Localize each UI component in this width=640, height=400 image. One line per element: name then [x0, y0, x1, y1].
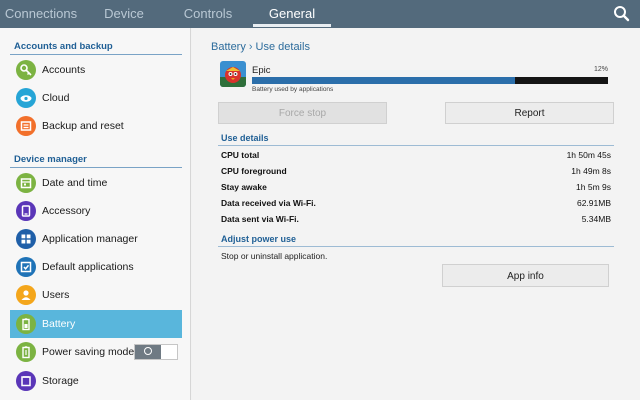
section-divider — [218, 145, 614, 146]
sidebar-item-accessory[interactable]: Accessory — [10, 197, 182, 225]
usage-percent: 12% — [593, 66, 608, 73]
usage-bar-fill — [252, 77, 516, 84]
user-icon — [16, 285, 36, 305]
sidebar-item-users[interactable]: Users — [10, 281, 182, 309]
accessory-icon — [16, 201, 36, 221]
detail-label: CPU foreground — [221, 166, 287, 176]
adjust-power-note: Stop or uninstall application. — [221, 251, 328, 261]
key-icon — [16, 60, 36, 80]
sidebar-item-date-time[interactable]: Date and time — [10, 169, 182, 197]
detail-row: CPU foreground 1h 49m 8s — [221, 166, 611, 180]
sidebar-item-application-manager[interactable]: Application manager — [10, 225, 182, 253]
detail-value: 62.91MB — [576, 198, 611, 208]
section-title-accounts-backup: Accounts and backup — [14, 41, 113, 52]
top-tab-bar: Connections Device Controls General — [0, 0, 640, 28]
detail-value: 1h 50m 45s — [566, 150, 611, 160]
breadcrumb: Battery › Use details — [211, 41, 310, 53]
sidebar-item-backup-reset[interactable]: Backup and reset — [10, 112, 182, 140]
sidebar-item-label: Battery — [42, 318, 76, 330]
storage-icon — [16, 371, 36, 391]
sidebar-item-label: Backup and reset — [42, 120, 124, 132]
adjust-power-heading: Adjust power use — [221, 234, 297, 244]
force-stop-button[interactable]: Force stop — [218, 102, 387, 124]
detail-row: CPU total 1h 50m 45s — [221, 150, 611, 164]
sidebar-item-storage[interactable]: Storage — [10, 367, 182, 395]
section-divider — [10, 167, 182, 168]
sidebar-item-label: Accessory — [42, 205, 91, 217]
sidebar-item-label: Power saving mode — [42, 346, 135, 358]
detail-label: Data sent via Wi-Fi. — [221, 214, 299, 224]
backup-icon — [16, 116, 36, 136]
sidebar-item-label: Cloud — [42, 92, 70, 104]
app-usage-subtitle: Battery used by applications — [252, 86, 334, 93]
tab-controls[interactable]: Controls — [176, 0, 240, 28]
power-saving-toggle[interactable] — [134, 344, 178, 360]
detail-value: 1h 49m 8s — [571, 166, 611, 176]
sidebar-item-label: Application manager — [42, 233, 138, 245]
power-saving-icon — [16, 342, 36, 362]
search-button[interactable] — [610, 3, 634, 25]
detail-row: Stay awake 1h 5m 9s — [221, 182, 611, 196]
sidebar-item-label: Accounts — [42, 64, 86, 76]
default-apps-icon — [16, 257, 36, 277]
apps-grid-icon — [16, 229, 36, 249]
section-divider — [10, 54, 182, 55]
section-title-device-manager: Device manager — [14, 154, 87, 165]
sidebar-item-accounts[interactable]: Accounts — [10, 56, 182, 84]
sidebar-item-label: Default applications — [42, 261, 134, 273]
app-info-button[interactable]: App info — [442, 264, 609, 287]
breadcrumb-parent[interactable]: Battery — [211, 41, 246, 53]
battery-usage-bar — [252, 77, 608, 84]
detail-label: Data received via Wi-Fi. — [221, 198, 316, 208]
sidebar-item-label: Date and time — [42, 177, 108, 189]
breadcrumb-current: Use details — [255, 41, 310, 53]
sidebar-item-power-saving-mode[interactable]: Power saving mode — [10, 338, 182, 366]
detail-label: Stay awake — [221, 182, 267, 192]
detail-row: Data sent via Wi-Fi. 5.34MB — [221, 214, 611, 228]
sidebar-item-label: Users — [42, 289, 70, 301]
battery-icon — [16, 314, 36, 334]
toggle-knob — [135, 345, 161, 359]
use-details-heading: Use details — [221, 133, 269, 143]
detail-row: Data received via Wi-Fi. 62.91MB — [221, 198, 611, 212]
sidebar-item-cloud[interactable]: Cloud — [10, 84, 182, 112]
search-icon — [614, 6, 630, 22]
app-icon — [220, 61, 246, 87]
cloud-icon — [16, 88, 36, 108]
section-divider — [218, 246, 614, 247]
sidebar-item-battery[interactable]: Battery — [10, 310, 182, 338]
tab-connections[interactable]: Connections — [0, 0, 82, 28]
sidebar-item-default-applications[interactable]: Default applications — [10, 253, 182, 281]
use-details-panel: Battery › Use details Epic 12% Battery use… — [192, 28, 640, 400]
detail-label: CPU total — [221, 150, 260, 160]
sidebar-item-label: Storage — [42, 375, 79, 387]
detail-value: 1h 5m 9s — [576, 182, 611, 192]
detail-value: 5.34MB — [581, 214, 611, 224]
active-tab-indicator — [253, 24, 331, 27]
app-name: Epic — [252, 65, 271, 76]
tab-device[interactable]: Device — [92, 0, 156, 28]
calendar-icon — [16, 173, 36, 193]
report-button[interactable]: Report — [445, 102, 614, 124]
chevron-right-icon: › — [248, 41, 253, 53]
settings-sidebar: Accounts and backup Accounts Cloud Backu… — [0, 28, 191, 400]
